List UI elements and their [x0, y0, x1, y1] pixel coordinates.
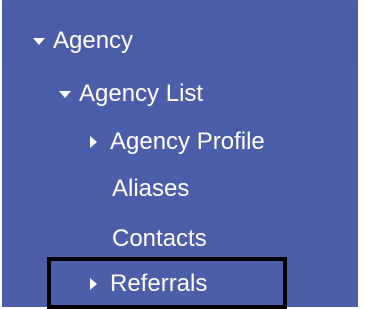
caret-right-icon [90, 136, 97, 148]
sidebar-nav: Agency Agency List Agency Profile Aliase… [0, 0, 358, 309]
nav-item-agency-list[interactable]: Agency List [59, 80, 203, 108]
nav-item-agency[interactable]: Agency [33, 27, 133, 55]
caret-right-icon [90, 278, 97, 290]
nav-item-referrals[interactable]: Referrals [90, 270, 207, 298]
nav-item-label: Agency List [79, 80, 204, 107]
nav-item-label: Referrals [110, 270, 208, 297]
caret-down-icon [33, 37, 45, 45]
nav-item-label: Agency [53, 27, 134, 54]
nav-item-label: Aliases [112, 175, 190, 202]
caret-down-icon [59, 90, 71, 98]
nav-item-label: Agency Profile [110, 128, 265, 155]
nav-item-contacts[interactable]: Contacts [112, 225, 207, 253]
nav-item-label: Contacts [112, 225, 207, 252]
nav-item-aliases[interactable]: Aliases [112, 175, 189, 203]
nav-item-agency-profile[interactable]: Agency Profile [90, 128, 265, 156]
